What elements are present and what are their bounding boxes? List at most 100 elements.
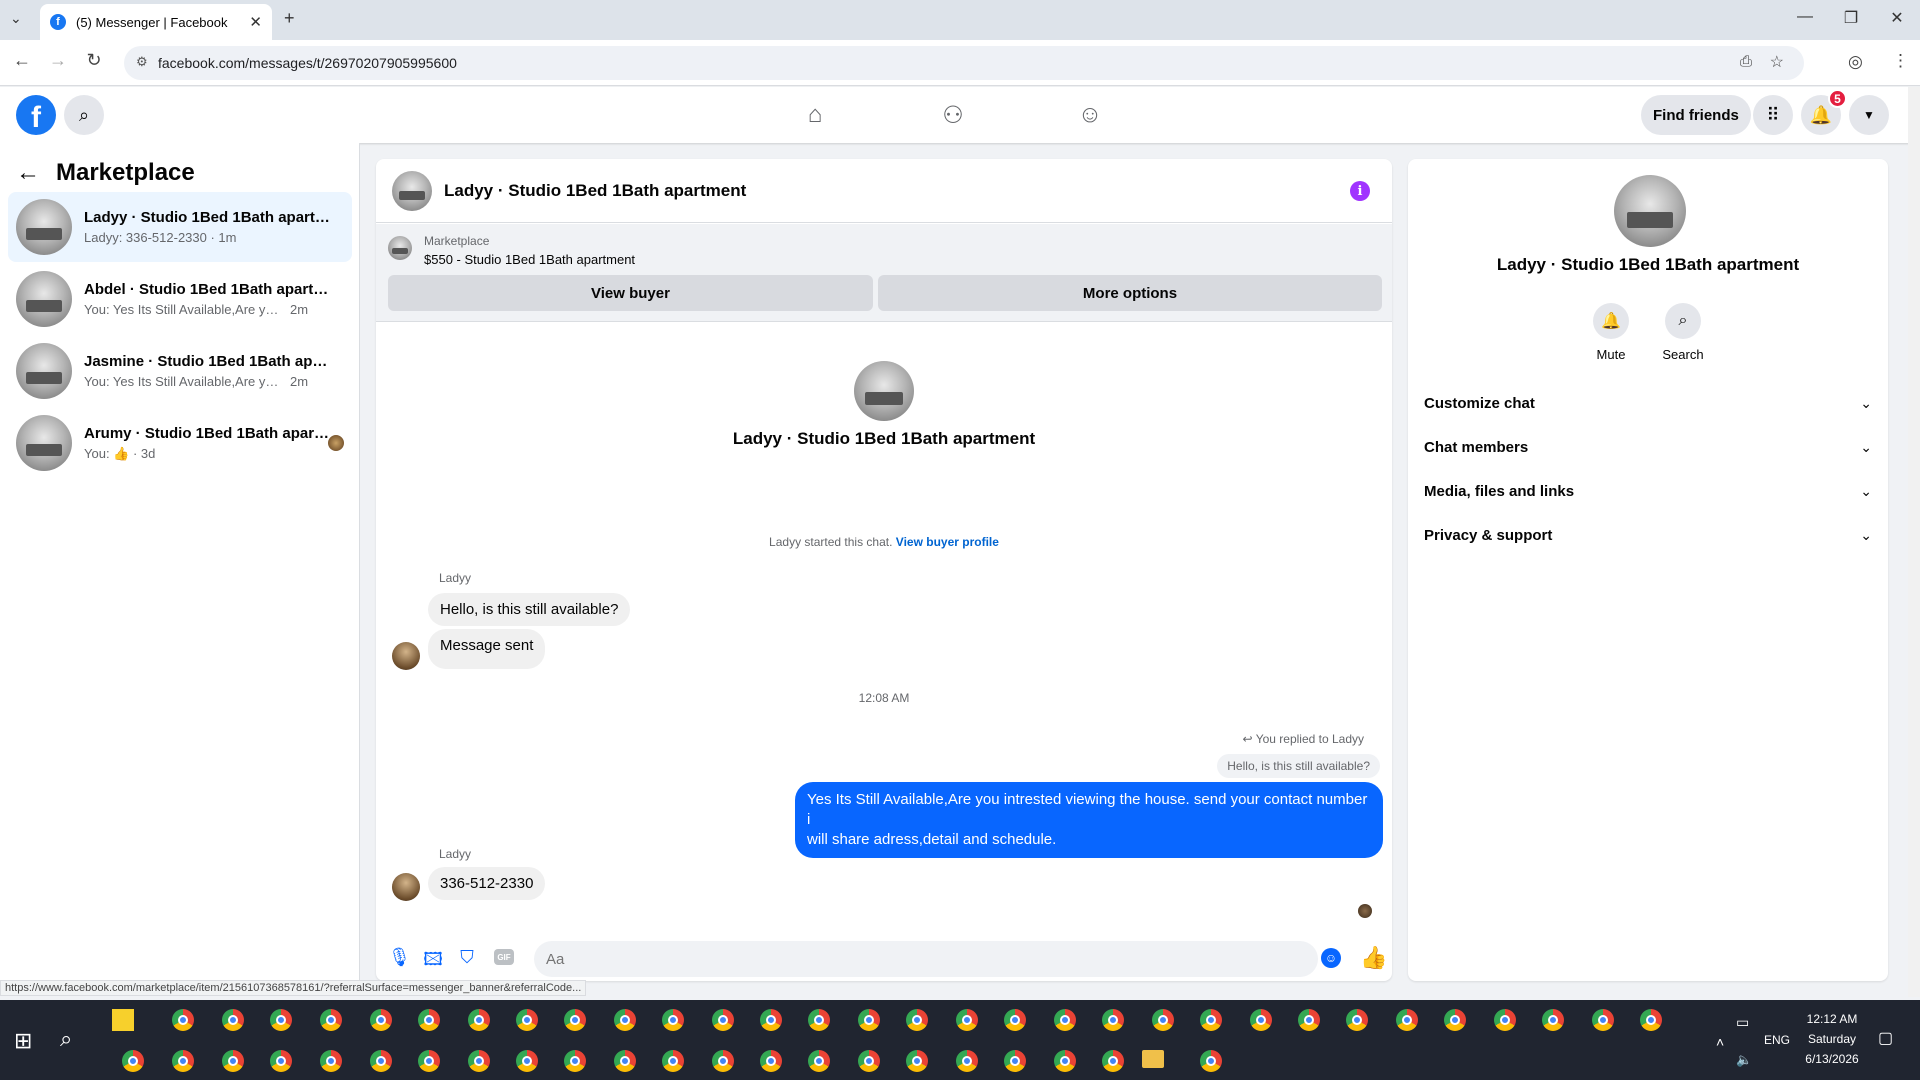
chrome-taskbar-icon[interactable] xyxy=(712,1050,734,1072)
more-options-button[interactable]: More options xyxy=(878,275,1382,311)
search-icon[interactable]: ⌕ xyxy=(64,95,104,135)
chrome-taskbar-icon[interactable] xyxy=(1640,1009,1662,1031)
back-icon[interactable]: ← xyxy=(10,50,34,71)
chrome-taskbar-icon[interactable] xyxy=(956,1009,978,1031)
chrome-taskbar-icon[interactable] xyxy=(1396,1009,1418,1031)
site-info-icon[interactable]: ⚙ xyxy=(136,54,148,70)
url-field[interactable]: ⚙ facebook.com/messages/t/26970207905995… xyxy=(124,46,1804,80)
message-bubble[interactable]: Hello, is this still available? xyxy=(428,593,631,626)
chrome-taskbar-icon[interactable] xyxy=(516,1050,538,1072)
windows-start-icon[interactable]: ⊞ xyxy=(14,1028,32,1054)
details-avatar[interactable] xyxy=(1614,175,1686,247)
chrome-taskbar-icon[interactable] xyxy=(1152,1009,1174,1031)
info-icon[interactable]: i xyxy=(1350,181,1370,201)
like-icon[interactable]: 👍 xyxy=(1360,945,1387,971)
chrome-taskbar-icon[interactable] xyxy=(614,1009,636,1031)
clock-time[interactable]: 12:12 AM xyxy=(1802,1012,1862,1026)
view-buyer-profile-link[interactable]: View buyer profile xyxy=(896,535,999,549)
forward-icon[interactable]: → xyxy=(46,50,70,71)
chrome-taskbar-icon[interactable] xyxy=(956,1050,978,1072)
conversation-item-ladyy[interactable]: Ladyy · Studio 1Bed 1Bath apartment Lady… xyxy=(8,192,352,262)
chrome-taskbar-icon[interactable] xyxy=(1250,1009,1272,1031)
chrome-taskbar-icon[interactable] xyxy=(1298,1009,1320,1031)
chrome-taskbar-icon[interactable] xyxy=(1200,1009,1222,1031)
gif-icon[interactable]: GIF xyxy=(494,949,514,965)
chrome-taskbar-icon[interactable] xyxy=(1102,1009,1124,1031)
chrome-taskbar-icon[interactable] xyxy=(222,1050,244,1072)
find-friends-button[interactable]: Find friends xyxy=(1641,95,1751,135)
photo-icon[interactable]: 🖾 xyxy=(422,947,444,977)
groups-icon[interactable]: ☺ xyxy=(1070,101,1110,129)
network-icon[interactable]: ▭ xyxy=(1736,1014,1749,1031)
marketplace-banner[interactable]: Marketplace $550 - Studio 1Bed 1Bath apa… xyxy=(376,224,1392,322)
chrome-taskbar-icon[interactable] xyxy=(1444,1009,1466,1031)
minimize-icon[interactable]: — xyxy=(1790,8,1820,26)
language-indicator[interactable]: ENG xyxy=(1764,1033,1790,1047)
tab-search-icon[interactable]: ⌄ xyxy=(10,10,22,27)
chrome-taskbar-icon[interactable] xyxy=(760,1009,782,1031)
chrome-taskbar-icon[interactable] xyxy=(468,1009,490,1031)
page-scrollbar[interactable] xyxy=(1908,87,1920,997)
message-bubble[interactable]: 336-512-2330 xyxy=(428,867,546,900)
sticky-notes-icon[interactable] xyxy=(112,1009,134,1031)
chrome-taskbar-icon[interactable] xyxy=(1592,1009,1614,1031)
chrome-taskbar-icon[interactable] xyxy=(122,1050,144,1072)
chrome-taskbar-icon[interactable] xyxy=(1200,1050,1222,1072)
chrome-taskbar-icon[interactable] xyxy=(418,1050,440,1072)
caret-down-icon[interactable]: ▼ xyxy=(1849,95,1889,135)
emoji-icon[interactable]: ☺ xyxy=(1321,948,1341,968)
message-input[interactable] xyxy=(534,941,1318,977)
customize-chat-section[interactable]: Customize chat ⌄ xyxy=(1424,381,1872,425)
clock-day[interactable]: Saturday xyxy=(1802,1032,1862,1046)
chrome-taskbar-icon[interactable] xyxy=(320,1009,342,1031)
install-app-icon[interactable]: ⎙ xyxy=(1740,53,1752,70)
chrome-taskbar-icon[interactable] xyxy=(614,1050,636,1072)
chrome-taskbar-icon[interactable] xyxy=(270,1009,292,1031)
chrome-taskbar-icon[interactable] xyxy=(1494,1009,1516,1031)
chrome-taskbar-icon[interactable] xyxy=(662,1009,684,1031)
conversation-item-abdel[interactable]: Abdel · Studio 1Bed 1Bath apartment You:… xyxy=(8,264,352,334)
chrome-taskbar-icon[interactable] xyxy=(1346,1009,1368,1031)
chrome-taskbar-icon[interactable] xyxy=(270,1050,292,1072)
chrome-taskbar-icon[interactable] xyxy=(418,1009,440,1031)
chrome-taskbar-icon[interactable] xyxy=(808,1050,830,1072)
chrome-taskbar-icon[interactable] xyxy=(1054,1050,1076,1072)
chrome-taskbar-icon[interactable] xyxy=(906,1050,928,1072)
chrome-taskbar-icon[interactable] xyxy=(370,1009,392,1031)
tray-expand-icon[interactable]: ˄ xyxy=(1716,1034,1724,1050)
restore-icon[interactable]: ❐ xyxy=(1836,8,1866,28)
reload-icon[interactable]: ↻ xyxy=(82,50,106,71)
chrome-taskbar-icon[interactable] xyxy=(712,1009,734,1031)
chrome-taskbar-icon[interactable] xyxy=(370,1050,392,1072)
notification-center-icon[interactable]: ▢ xyxy=(1878,1028,1893,1048)
media-files-links-section[interactable]: Media, files and links ⌄ xyxy=(1424,469,1872,513)
window-close-icon[interactable]: ✕ xyxy=(1882,8,1912,28)
sent-message-bubble[interactable]: Yes Its Still Available,Are you intreste… xyxy=(795,782,1383,858)
profile-icon[interactable]: ◎ xyxy=(1848,52,1863,72)
conversation-item-arumy[interactable]: Arumy · Studio 1Bed 1Bath apartment You:… xyxy=(8,408,352,478)
chrome-taskbar-icon[interactable] xyxy=(760,1050,782,1072)
chrome-taskbar-icon[interactable] xyxy=(808,1009,830,1031)
taskbar-search-icon[interactable]: ⌕ xyxy=(60,1026,72,1052)
view-buyer-button[interactable]: View buyer xyxy=(388,275,873,311)
browser-tab[interactable]: f (5) Messenger | Facebook ✕ xyxy=(40,4,272,40)
facebook-logo[interactable]: f xyxy=(16,95,56,135)
sticker-icon[interactable]: ⛉ xyxy=(456,947,478,968)
chrome-taskbar-icon[interactable] xyxy=(468,1050,490,1072)
chrome-taskbar-icon[interactable] xyxy=(516,1009,538,1031)
chat-members-section[interactable]: Chat members ⌄ xyxy=(1424,425,1872,469)
mute-button[interactable]: 🔔 Mute xyxy=(1581,303,1641,362)
chrome-taskbar-icon[interactable] xyxy=(1542,1009,1564,1031)
chrome-taskbar-icon[interactable] xyxy=(1004,1009,1026,1031)
chrome-taskbar-icon[interactable] xyxy=(662,1050,684,1072)
chrome-taskbar-icon[interactable] xyxy=(172,1009,194,1031)
chrome-taskbar-icon[interactable] xyxy=(1004,1050,1026,1072)
friends-icon[interactable]: ⚇ xyxy=(933,101,973,130)
chrome-taskbar-icon[interactable] xyxy=(172,1050,194,1072)
avatar[interactable] xyxy=(392,170,432,211)
chrome-taskbar-icon[interactable] xyxy=(564,1050,586,1072)
microphone-icon[interactable]: 🎙 xyxy=(388,947,411,968)
conversation-item-jasmine[interactable]: Jasmine · Studio 1Bed 1Bath apartment Yo… xyxy=(8,336,352,406)
back-arrow-icon[interactable]: ← xyxy=(16,159,40,187)
tab-close-icon[interactable]: ✕ xyxy=(249,13,262,31)
